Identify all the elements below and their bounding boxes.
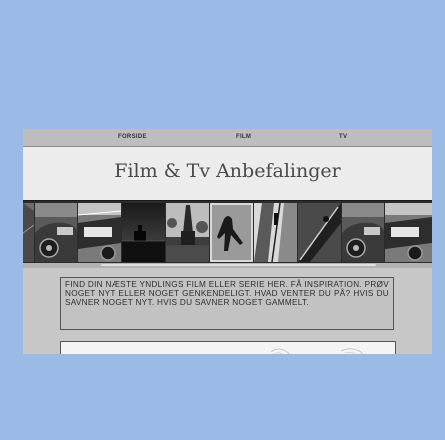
gallery-scrollbar[interactable]: [23, 263, 432, 268]
gallery-photo-diagonal-shadow[interactable]: [298, 203, 341, 262]
page-header: Film & Tv Anbefalinger: [23, 147, 432, 200]
nav-link-film[interactable]: FILM: [236, 134, 251, 140]
recommendation-card[interactable]: [60, 341, 396, 354]
gallery-photo-vintage-car[interactable]: [35, 203, 77, 262]
nav-link-tv[interactable]: TV: [339, 134, 347, 140]
gallery-photo-church-tower[interactable]: [166, 203, 209, 262]
intro-text: FIND DIN NÆSTE YNDLINGS FILM ELLER SERIE…: [65, 280, 389, 307]
gallery-photo-escalator[interactable]: [254, 203, 297, 262]
gallery-scrollbar-thumb[interactable]: [101, 264, 376, 266]
photo-gallery-strip[interactable]: [23, 200, 432, 265]
gallery-photo-vintage-car-closeup-repeat[interactable]: [385, 203, 432, 262]
website-frame: FORSIDE FILM TV Film & Tv Anbefalinger F…: [23, 129, 432, 354]
top-navigation: FORSIDE FILM TV: [23, 129, 432, 147]
card-sketch-image: [270, 348, 363, 354]
intro-text-box: FIND DIN NÆSTE YNDLINGS FILM ELLER SERIE…: [60, 277, 394, 330]
nav-link-forside[interactable]: FORSIDE: [118, 134, 147, 140]
gallery-photo-pier-silhouette[interactable]: [122, 203, 165, 262]
gallery-photo-cropped-edge[interactable]: [23, 203, 34, 262]
gallery-photo-shadow-figure[interactable]: [210, 203, 253, 262]
page-title: Film & Tv Anbefalinger: [114, 160, 341, 182]
gallery-photo-vintage-car-repeat[interactable]: [342, 203, 384, 262]
gallery-photo-vintage-car-closeup[interactable]: [78, 203, 121, 262]
